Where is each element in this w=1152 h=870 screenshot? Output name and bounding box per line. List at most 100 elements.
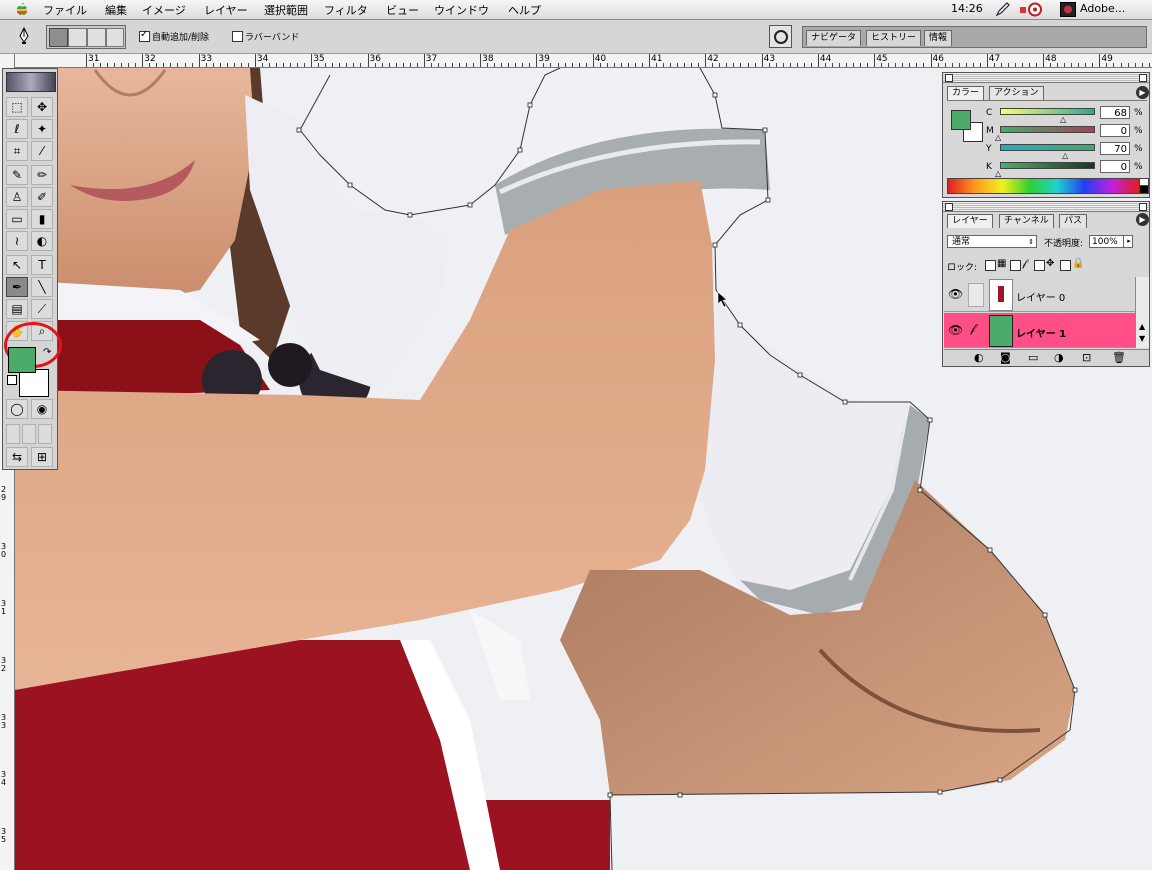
new-layer-icon[interactable]: ⊡ (1082, 351, 1091, 364)
black-slider-thumb[interactable]: △ (995, 169, 1001, 178)
cyan-slider[interactable] (1000, 108, 1095, 115)
blend-mode-select[interactable]: 通常 ⇕ (947, 235, 1037, 248)
clone-stamp-icon[interactable]: ♙ (6, 187, 28, 207)
pencil-tool-icon[interactable]: ✏ (31, 165, 53, 185)
blur-tool-icon[interactable]: ≀ (6, 231, 28, 251)
scroll-down-icon[interactable]: ▼ (1139, 334, 1145, 343)
lock-transparency-checkbox[interactable] (985, 260, 996, 271)
yellow-value-field[interactable]: 70 (1100, 142, 1130, 155)
lock-image-checkbox[interactable] (1010, 260, 1021, 271)
foreground-color-swatch[interactable] (8, 347, 36, 373)
swap-colors-icon[interactable]: ↷ (43, 347, 51, 358)
eyedropper-slice-icon[interactable]: ⁄ (31, 141, 53, 161)
menu-view[interactable]: ビュー (386, 2, 419, 18)
adobe-online-icon[interactable] (6, 72, 56, 92)
add-mask-icon[interactable]: ◙ (1000, 351, 1011, 364)
subtract-path-icon[interactable] (68, 28, 87, 47)
tool-preset-button[interactable] (769, 25, 792, 48)
cyan-value-field[interactable]: 68 (1100, 106, 1130, 119)
quick-mask-icon[interactable]: ◉ (31, 399, 53, 419)
background-color-swatch[interactable] (19, 369, 49, 397)
yellow-slider-thumb[interactable]: △ (1062, 151, 1068, 160)
menu-file[interactable]: ファイル (43, 2, 87, 18)
yellow-slider[interactable] (1000, 144, 1095, 151)
color-fg-swatch[interactable] (951, 110, 971, 130)
auto-add-delete-checkbox[interactable]: ✓ (139, 29, 150, 42)
black-slider[interactable] (1000, 162, 1095, 169)
intersect-path-icon[interactable] (87, 28, 106, 47)
color-spectrum-bar[interactable] (947, 178, 1140, 194)
standard-mode-icon[interactable]: ◯ (6, 399, 28, 419)
eye-visibility-icon[interactable]: 👁 (948, 287, 963, 301)
pencil-status-icon[interactable] (995, 2, 1011, 17)
spectrum-black[interactable] (1139, 185, 1149, 194)
layer-row-1[interactable]: 👁 𝒻 レイヤー 1 (944, 313, 1135, 348)
tab-paths[interactable]: パス (1059, 214, 1088, 228)
menu-select[interactable]: 選択範囲 (264, 2, 308, 18)
healing-brush-icon[interactable]: ✎ (6, 165, 28, 185)
imageready-icon[interactable]: ⊞ (31, 447, 53, 467)
opacity-arrow-icon[interactable]: ▸ (1123, 235, 1134, 248)
layers-palette-menu-icon[interactable]: ▶ (1136, 213, 1149, 226)
layers-scrollbar[interactable]: ▲ ▼ (1135, 277, 1149, 348)
color-palette-titlebar[interactable] (943, 73, 1149, 83)
pen-tool-preset-icon[interactable] (16, 27, 32, 45)
type-tool-icon[interactable]: T (31, 255, 53, 275)
pen-tool-icon[interactable]: ✒ (6, 277, 28, 297)
screen-mode-full-icon[interactable] (38, 424, 52, 444)
layer-row-0[interactable]: 👁 レイヤー 0 (944, 277, 1135, 312)
tab-layers[interactable]: レイヤー (947, 214, 993, 228)
horizontal-ruler[interactable]: 31 32 33 34 35 36 37 38 39 40 41 42 43 44 45 46 47 48 49 (14, 54, 1152, 68)
add-to-path-icon[interactable] (49, 28, 68, 47)
notes-tool-icon[interactable]: ▤ (6, 299, 28, 319)
move-tool-icon[interactable]: ✥ (31, 97, 53, 117)
menu-window[interactable]: ウインドウ (434, 2, 489, 18)
magenta-slider[interactable] (1000, 126, 1095, 133)
magenta-slider-thumb[interactable]: △ (995, 133, 1001, 142)
lock-position-checkbox[interactable] (1034, 260, 1045, 271)
gradient-tool-icon[interactable]: ▮ (31, 209, 53, 229)
history-brush-icon[interactable]: ✐ (31, 187, 53, 207)
line-tool-icon[interactable]: ╲ (31, 277, 53, 297)
tab-actions[interactable]: アクション (989, 86, 1044, 100)
eraser-tool-icon[interactable]: ▭ (6, 209, 28, 229)
adjustment-layer-icon[interactable]: ◑ (1054, 351, 1064, 364)
menu-help[interactable]: ヘルプ (508, 2, 541, 18)
exclude-path-icon[interactable] (106, 28, 124, 47)
black-value-field[interactable]: 0 (1100, 160, 1130, 173)
tab-color[interactable]: カラー (947, 86, 985, 100)
menu-edit[interactable]: 編集 (105, 2, 127, 18)
tab-history[interactable]: ヒストリー (866, 30, 922, 46)
palette-close-icon[interactable] (945, 74, 953, 82)
menu-layer[interactable]: レイヤー (204, 2, 248, 18)
layer-style-icon[interactable]: ◐ (974, 351, 984, 364)
menu-filter[interactable]: フィルタ (324, 2, 368, 18)
status-globe-icon[interactable] (1019, 2, 1043, 17)
scroll-up-icon[interactable]: ▲ (1139, 322, 1145, 331)
layer-link-slot[interactable] (968, 283, 984, 307)
lock-all-checkbox[interactable] (1060, 260, 1071, 271)
screen-mode-standard-icon[interactable] (6, 424, 20, 444)
color-palette-menu-icon[interactable]: ▶ (1136, 86, 1149, 99)
crop-tool-icon[interactable]: ⌗ (6, 141, 28, 161)
cyan-slider-thumb[interactable]: △ (1060, 115, 1066, 124)
magic-wand-tool-icon[interactable]: ✦ (31, 119, 53, 139)
rubber-band-checkbox[interactable] (232, 31, 243, 42)
layers-palette-titlebar[interactable] (943, 202, 1149, 212)
palette-collapse-icon[interactable] (1139, 74, 1147, 82)
new-set-icon[interactable]: ▭ (1028, 351, 1038, 364)
screen-mode-full-menu-icon[interactable] (22, 424, 36, 444)
dodge-tool-icon[interactable]: ◐ (31, 231, 53, 251)
tab-channels[interactable]: チャンネル (999, 214, 1054, 228)
tab-navigator[interactable]: ナビゲータ (806, 30, 862, 46)
menu-image[interactable]: イメージ (142, 2, 186, 18)
jump-to-imageready-icon[interactable]: ⇆ (6, 447, 28, 467)
application-menu-label[interactable]: Adobe... (1080, 2, 1125, 15)
marquee-tool-icon[interactable]: ⬚ (6, 97, 28, 117)
eye-visibility-icon[interactable]: 👁 (948, 323, 963, 337)
palette-close-icon[interactable] (945, 203, 953, 211)
default-colors-icon[interactable] (7, 375, 17, 385)
eyedropper-tool-icon[interactable]: ⟋ (31, 299, 53, 319)
magenta-value-field[interactable]: 0 (1100, 124, 1130, 137)
path-selection-icon[interactable]: ↖ (6, 255, 28, 275)
